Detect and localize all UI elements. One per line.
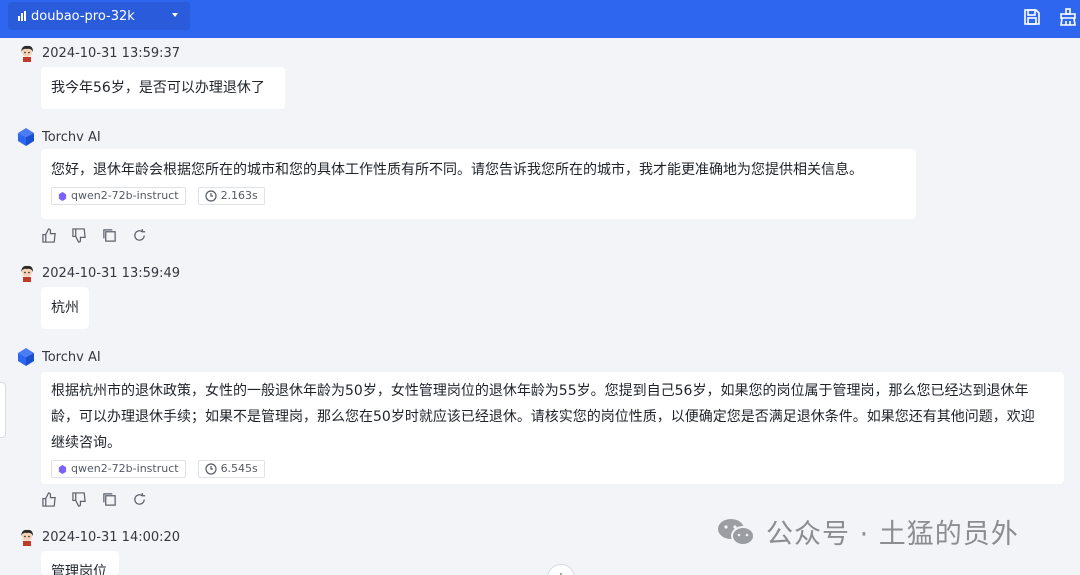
torchv-logo-icon (18, 128, 34, 146)
side-panel-handle[interactable] (0, 382, 6, 438)
model-tag: qwen2-72b-instruct (51, 460, 186, 478)
clear-broom-icon[interactable] (1057, 6, 1079, 28)
user-message-header: 2024-10-31 13:59:49 (18, 264, 180, 282)
model-bars-icon (18, 11, 26, 21)
model-selector[interactable]: doubao-pro-32k (8, 2, 190, 30)
torchv-logo-icon (18, 348, 34, 366)
assistant-message-bubble: 您好，退休年龄会根据您所在的城市和您的具体工作性质有所不同。请您告诉我您所在的城… (41, 149, 916, 219)
message-actions (41, 491, 148, 508)
message-text: 管理岗位 (51, 564, 107, 575)
model-tag-icon (58, 191, 67, 201)
message-text: 根据杭州市的退休政策，女性的一般退休年龄为50岁，女性管理岗位的退休年龄为55岁… (51, 383, 1035, 451)
plus-icon: + (555, 570, 567, 575)
thumbs-up-icon[interactable] (41, 227, 58, 244)
assistant-message-header: Torchv AI (18, 127, 101, 147)
message-timestamp: 2024-10-31 13:59:37 (42, 45, 181, 61)
duration-tag: 6.545s (197, 460, 265, 478)
watermark-text: 公众号 · 土猛的员外 (766, 519, 1019, 550)
thumbs-up-icon[interactable] (41, 491, 58, 508)
top-bar: doubao-pro-32k (0, 0, 1080, 38)
message-text: 我今年56岁，是否可以办理退休了 (51, 80, 265, 96)
copy-icon[interactable] (101, 227, 118, 244)
user-message-bubble: 管理岗位 (41, 551, 119, 575)
model-tag: qwen2-72b-instruct (51, 187, 186, 205)
user-message-bubble: 我今年56岁，是否可以办理退休了 (41, 67, 285, 109)
chevron-down-icon (172, 13, 178, 17)
scroll-down-button[interactable]: + (547, 564, 575, 575)
copy-icon[interactable] (101, 491, 118, 508)
sender-name: Torchv AI (42, 129, 101, 145)
message-actions (41, 227, 148, 244)
model-name: doubao-pro-32k (31, 8, 135, 24)
model-tag-icon (58, 464, 67, 474)
regenerate-icon[interactable] (131, 491, 148, 508)
clock-icon (204, 463, 217, 475)
message-timestamp: 2024-10-31 13:59:49 (42, 265, 181, 281)
clock-icon (204, 190, 217, 202)
user-message-header: 2024-10-31 13:59:37 (18, 44, 180, 62)
regenerate-icon[interactable] (131, 227, 148, 244)
user-avatar-icon (21, 265, 33, 282)
duration-tag: 2.163s (197, 187, 265, 205)
user-message-bubble: 杭州 (41, 287, 89, 329)
wechat-icon (718, 518, 755, 546)
message-timestamp: 2024-10-31 14:00:20 (42, 529, 181, 545)
sender-name: Torchv AI (42, 349, 101, 365)
thumbs-down-icon[interactable] (71, 227, 88, 244)
user-message-header: 2024-10-31 14:00:20 (18, 528, 180, 546)
save-icon[interactable] (1021, 6, 1043, 28)
user-avatar-icon (21, 529, 33, 546)
message-text: 杭州 (51, 300, 79, 316)
user-avatar-icon (21, 45, 33, 62)
watermark: 公众号 · 土猛的员外 (716, 512, 1019, 551)
message-text: 您好，退休年龄会根据您所在的城市和您的具体工作性质有所不同。请您告诉我您所在的城… (51, 162, 863, 178)
thumbs-down-icon[interactable] (71, 491, 88, 508)
assistant-message-header: Torchv AI (18, 347, 101, 367)
assistant-message-bubble: 根据杭州市的退休政策，女性的一般退休年龄为50岁，女性管理岗位的退休年龄为55岁… (41, 372, 1064, 484)
